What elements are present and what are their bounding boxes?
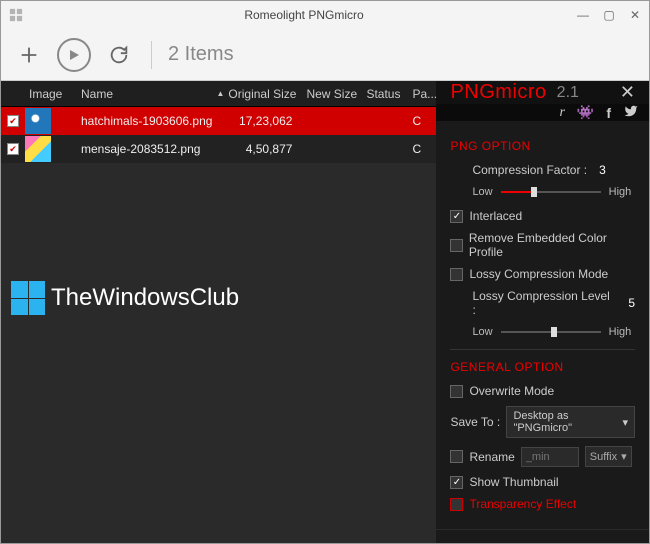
- interlaced-label: Interlaced: [469, 209, 522, 223]
- play-icon: [68, 49, 80, 61]
- lossy-level-value: 5: [628, 296, 635, 310]
- col-new-size[interactable]: New Size: [302, 87, 366, 101]
- alien-icon[interactable]: 👾: [577, 104, 594, 121]
- remove-profile-checkbox[interactable]: [450, 239, 462, 252]
- file-name: mensaje-2083512.png: [75, 142, 212, 156]
- add-button[interactable]: [13, 39, 45, 71]
- lossy-mode-label: Lossy Compression Mode: [469, 267, 608, 281]
- panel-header: PNGmicro 2.1 ✕: [436, 81, 649, 104]
- thumbnail: [25, 136, 51, 162]
- interlaced-checkbox[interactable]: [450, 210, 463, 223]
- col-status[interactable]: Status: [366, 87, 412, 101]
- app-window: Romeolight PNGmicro — ▢ ✕ 2 Items Image …: [0, 0, 650, 544]
- compression-factor-value: 3: [599, 163, 606, 177]
- exit-button[interactable]: Exit: [436, 529, 649, 543]
- lossy-mode-checkbox[interactable]: [450, 268, 463, 281]
- panel-title: PNGmicro: [450, 81, 546, 104]
- col-name[interactable]: Name: [75, 87, 212, 101]
- lossy-slider[interactable]: [501, 325, 601, 339]
- toolbar: 2 Items: [1, 29, 649, 81]
- minimize-button[interactable]: —: [577, 9, 589, 21]
- reload-button[interactable]: [103, 39, 135, 71]
- rename-checkbox[interactable]: [450, 450, 463, 463]
- reload-icon: [108, 44, 130, 66]
- original-size: 17,23,062: [212, 114, 302, 128]
- sort-asc-icon: ▲: [216, 89, 224, 98]
- slider-low-label: Low: [472, 186, 492, 198]
- column-headers: Image Name ▲Original Size New Size Statu…: [1, 81, 436, 107]
- twitter-icon[interactable]: [623, 104, 639, 121]
- slider-high-label: High: [609, 326, 632, 338]
- slider-low-label: Low: [472, 326, 492, 338]
- panel-version: 2.1: [557, 84, 579, 102]
- transparency-label: Transparency Effect: [469, 497, 576, 511]
- compression-slider[interactable]: [501, 185, 601, 199]
- save-to-select[interactable]: Desktop as "PNGmicro" ▾: [506, 406, 635, 438]
- plus-icon: [18, 44, 40, 66]
- transparency-checkbox[interactable]: [450, 498, 463, 511]
- col-path[interactable]: Pa...: [412, 87, 436, 101]
- romeolight-icon[interactable]: r: [559, 105, 564, 121]
- file-name: hatchimals-1903606.png: [75, 114, 212, 128]
- social-bar: r 👾 f: [436, 104, 649, 121]
- items-count: 2 Items: [168, 43, 234, 66]
- remove-profile-label: Remove Embedded Color Profile: [469, 231, 635, 259]
- maximize-button[interactable]: ▢: [603, 9, 615, 21]
- lossy-level-label: Lossy Compression Level :: [472, 289, 616, 317]
- chevron-down-icon: ▾: [621, 450, 627, 463]
- table-row[interactable]: ✔ hatchimals-1903606.png 17,23,062 C: [1, 107, 436, 135]
- windows-logo-icon: [11, 281, 45, 315]
- app-icon: [9, 8, 23, 22]
- overwrite-label: Overwrite Mode: [469, 384, 554, 398]
- settings-panel: PNGmicro 2.1 ✕ r 👾 f PNG OPTION Compress…: [436, 81, 649, 543]
- save-to-label: Save To :: [450, 415, 500, 429]
- table-row[interactable]: ✔ mensaje-2083512.png 4,50,877 C: [1, 135, 436, 163]
- show-thumbnail-label: Show Thumbnail: [469, 475, 558, 489]
- suffix-select[interactable]: Suffix ▾: [585, 446, 632, 467]
- general-option-heading: GENERAL OPTION: [450, 360, 635, 374]
- close-button[interactable]: ✕: [629, 9, 641, 21]
- toolbar-divider: [151, 41, 152, 69]
- slider-high-label: High: [609, 186, 632, 198]
- png-option-heading: PNG OPTION: [450, 139, 635, 153]
- rename-label: Rename: [469, 450, 514, 464]
- col-image[interactable]: Image: [25, 87, 75, 101]
- chevron-down-icon: ▾: [622, 416, 628, 429]
- row-checkbox[interactable]: ✔: [7, 143, 19, 155]
- row-checkbox[interactable]: ✔: [7, 115, 19, 127]
- titlebar: Romeolight PNGmicro — ▢ ✕: [1, 1, 649, 29]
- thumbnail: [25, 108, 51, 134]
- run-button[interactable]: [57, 38, 91, 72]
- show-thumbnail-checkbox[interactable]: [450, 476, 463, 489]
- window-title: Romeolight PNGmicro: [31, 8, 577, 22]
- overwrite-checkbox[interactable]: [450, 385, 463, 398]
- rename-input[interactable]: [521, 447, 579, 467]
- watermark: TheWindowsClub: [11, 281, 239, 315]
- compression-factor-label: Compression Factor :: [472, 163, 587, 177]
- facebook-icon[interactable]: f: [606, 105, 611, 121]
- original-size: 4,50,877: [212, 142, 302, 156]
- col-original-size[interactable]: ▲Original Size: [212, 87, 302, 101]
- file-list: Image Name ▲Original Size New Size Statu…: [1, 81, 436, 543]
- panel-close-button[interactable]: ✕: [620, 82, 635, 103]
